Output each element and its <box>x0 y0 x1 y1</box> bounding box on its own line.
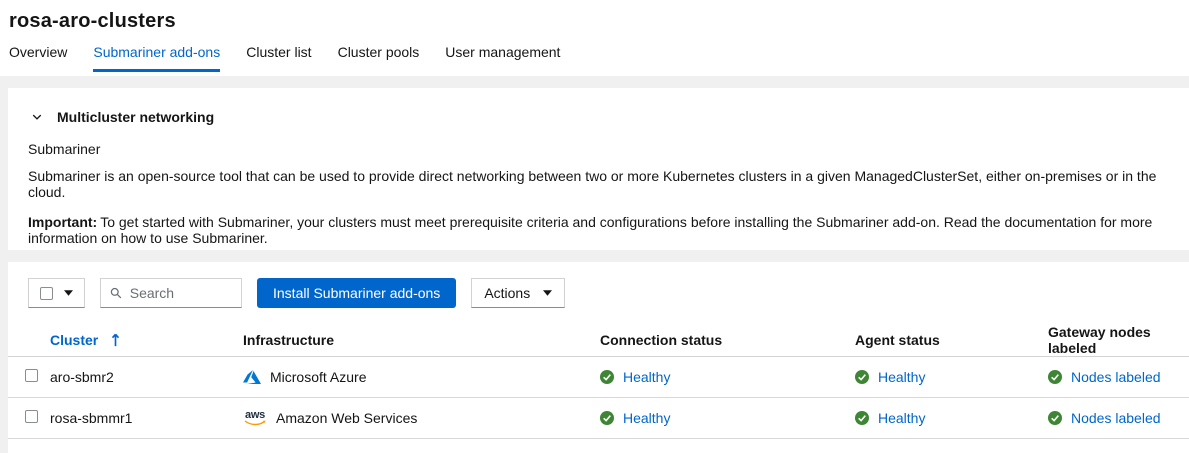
check-circle-icon <box>1048 411 1062 425</box>
actions-dropdown[interactable]: Actions <box>471 278 565 308</box>
section-heading: Multicluster networking <box>57 109 214 125</box>
tab-bar: Overview Submariner add-ons Cluster list… <box>9 44 1189 72</box>
check-circle-icon <box>855 370 869 384</box>
sort-ascending-icon <box>111 333 120 347</box>
submariner-subheading: Submariner <box>28 141 1165 157</box>
infrastructure-name: Microsoft Azure <box>270 369 366 385</box>
tab-label: User management <box>445 44 560 60</box>
section-header: Multicluster networking <box>28 109 1165 125</box>
table-row: rosa-sbmmr1 aws Amazon Web Services Heal… <box>8 398 1189 439</box>
search-input[interactable] <box>130 285 232 301</box>
row-select-checkbox[interactable] <box>25 410 38 423</box>
important-label: Important: <box>28 214 97 230</box>
column-header-infrastructure[interactable]: Infrastructure <box>243 324 600 357</box>
page-title: rosa-aro-clusters <box>9 9 1189 33</box>
header-select <box>8 324 50 357</box>
cluster-name: rosa-sbmmr1 <box>50 410 132 426</box>
tab-submariner-add-ons[interactable]: Submariner add-ons <box>93 44 220 72</box>
multicluster-networking-panel: Multicluster networking Submariner Subma… <box>8 88 1189 250</box>
column-header-gateway-nodes[interactable]: Gateway nodes labeled <box>1048 324 1189 357</box>
agent-status-link[interactable]: Healthy <box>878 410 925 426</box>
caret-down-icon <box>543 290 552 296</box>
actions-label: Actions <box>484 285 530 301</box>
agent-status-link[interactable]: Healthy <box>878 369 925 385</box>
check-circle-icon <box>1048 370 1062 384</box>
content-area: Multicluster networking Submariner Subma… <box>0 76 1189 453</box>
column-header-agent-status[interactable]: Agent status <box>855 324 1048 357</box>
important-note: Important:To get started with Submariner… <box>28 214 1165 246</box>
important-text: To get started with Submariner, your clu… <box>28 214 1152 246</box>
connection-status-link[interactable]: Healthy <box>623 410 670 426</box>
cluster-name: aro-sbmr2 <box>50 369 114 385</box>
tab-label: Cluster pools <box>338 44 420 60</box>
column-header-label: Cluster <box>50 332 98 348</box>
check-circle-icon <box>600 370 614 384</box>
install-submariner-button[interactable]: Install Submariner add-ons <box>257 278 456 308</box>
check-circle-icon <box>600 411 614 425</box>
submariner-table-panel: Install Submariner add-ons Actions Clust… <box>8 262 1189 453</box>
tab-cluster-pools[interactable]: Cluster pools <box>338 44 420 72</box>
table-row: aro-sbmr2 Microsoft Azure Healthy Health… <box>8 357 1189 398</box>
tab-label: Cluster list <box>246 44 311 60</box>
cluster-table-body: aro-sbmr2 Microsoft Azure Healthy Health… <box>8 357 1189 439</box>
tab-label: Overview <box>9 44 67 60</box>
tab-user-management[interactable]: User management <box>445 44 560 72</box>
search-box[interactable] <box>100 278 242 308</box>
azure-icon <box>243 368 261 386</box>
bulk-select-checkbox[interactable] <box>40 287 53 300</box>
row-select-checkbox[interactable] <box>25 369 38 382</box>
search-icon <box>110 286 122 300</box>
collapse-toggle-button[interactable] <box>28 111 43 123</box>
infrastructure-name: Amazon Web Services <box>276 410 417 426</box>
submariner-description: Submariner is an open-source tool that c… <box>28 168 1165 200</box>
tab-label: Submariner add-ons <box>93 44 220 60</box>
bulk-select-dropdown[interactable] <box>28 278 85 308</box>
caret-down-icon <box>64 290 73 296</box>
connection-status-link[interactable]: Healthy <box>623 369 670 385</box>
tab-cluster-list[interactable]: Cluster list <box>246 44 311 72</box>
table-toolbar: Install Submariner add-ons Actions <box>8 262 1189 324</box>
column-header-connection-status[interactable]: Connection status <box>600 324 855 357</box>
page-header: rosa-aro-clusters Overview Submariner ad… <box>0 0 1189 76</box>
aws-icon: aws <box>243 411 267 426</box>
gateway-nodes-link[interactable]: Nodes labeled <box>1071 410 1161 426</box>
tab-overview[interactable]: Overview <box>9 44 67 72</box>
check-circle-icon <box>855 411 869 425</box>
table-header-row: Cluster Infrastructure Connection status… <box>8 324 1189 357</box>
column-header-cluster[interactable]: Cluster <box>50 332 120 348</box>
chevron-down-icon <box>31 111 43 123</box>
clusters-table: Cluster Infrastructure Connection status… <box>8 324 1189 439</box>
gateway-nodes-link[interactable]: Nodes labeled <box>1071 369 1161 385</box>
